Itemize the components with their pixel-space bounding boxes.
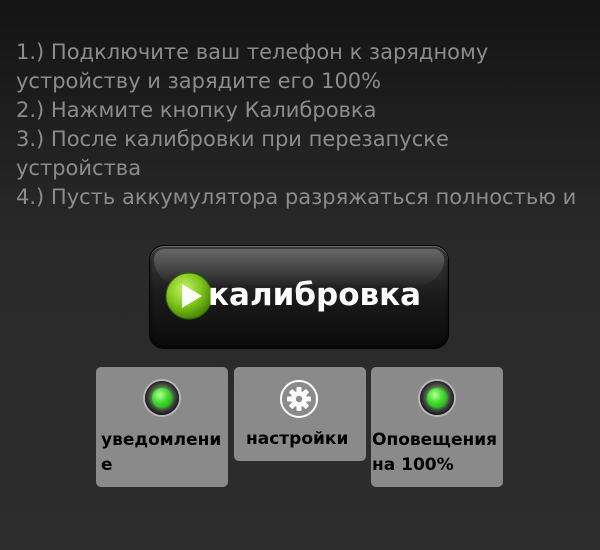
settings-tile[interactable]: настройки	[234, 367, 366, 461]
instruction-line: устройства	[16, 156, 142, 180]
green-led-icon	[420, 381, 454, 415]
instruction-line: 3.) После калибровки при перезапуске	[16, 127, 449, 151]
gear-icon	[280, 380, 318, 418]
alert-100-label-line1: Оповещения	[372, 430, 498, 450]
notification-tile[interactable]: уведомлени е	[96, 367, 228, 487]
calibrate-button[interactable]: калибровка	[150, 246, 448, 348]
alert-100-tile[interactable]: Оповещения на 100%	[371, 367, 503, 487]
instruction-line: 1.) Подключите ваш телефон к зарядному	[16, 40, 489, 64]
calibrate-label: калибровка	[208, 277, 422, 313]
instruction-line: 2.) Нажмите кнопку Калибровка	[16, 98, 377, 122]
instructions-text: 1.) Подключите ваш телефон к зарядному у…	[16, 38, 586, 212]
instruction-line: устройству и зарядите его 100%	[16, 69, 382, 93]
green-led-icon	[145, 381, 179, 415]
notification-label-line2: е	[101, 455, 113, 475]
settings-label: настройки	[246, 429, 349, 449]
alert-100-label-line2: на 100%	[372, 455, 454, 475]
play-icon	[165, 272, 213, 320]
notification-label-line1: уведомлени	[101, 430, 222, 450]
instruction-line: 4.) Пусть аккумулятора разряжаться полно…	[16, 185, 577, 209]
